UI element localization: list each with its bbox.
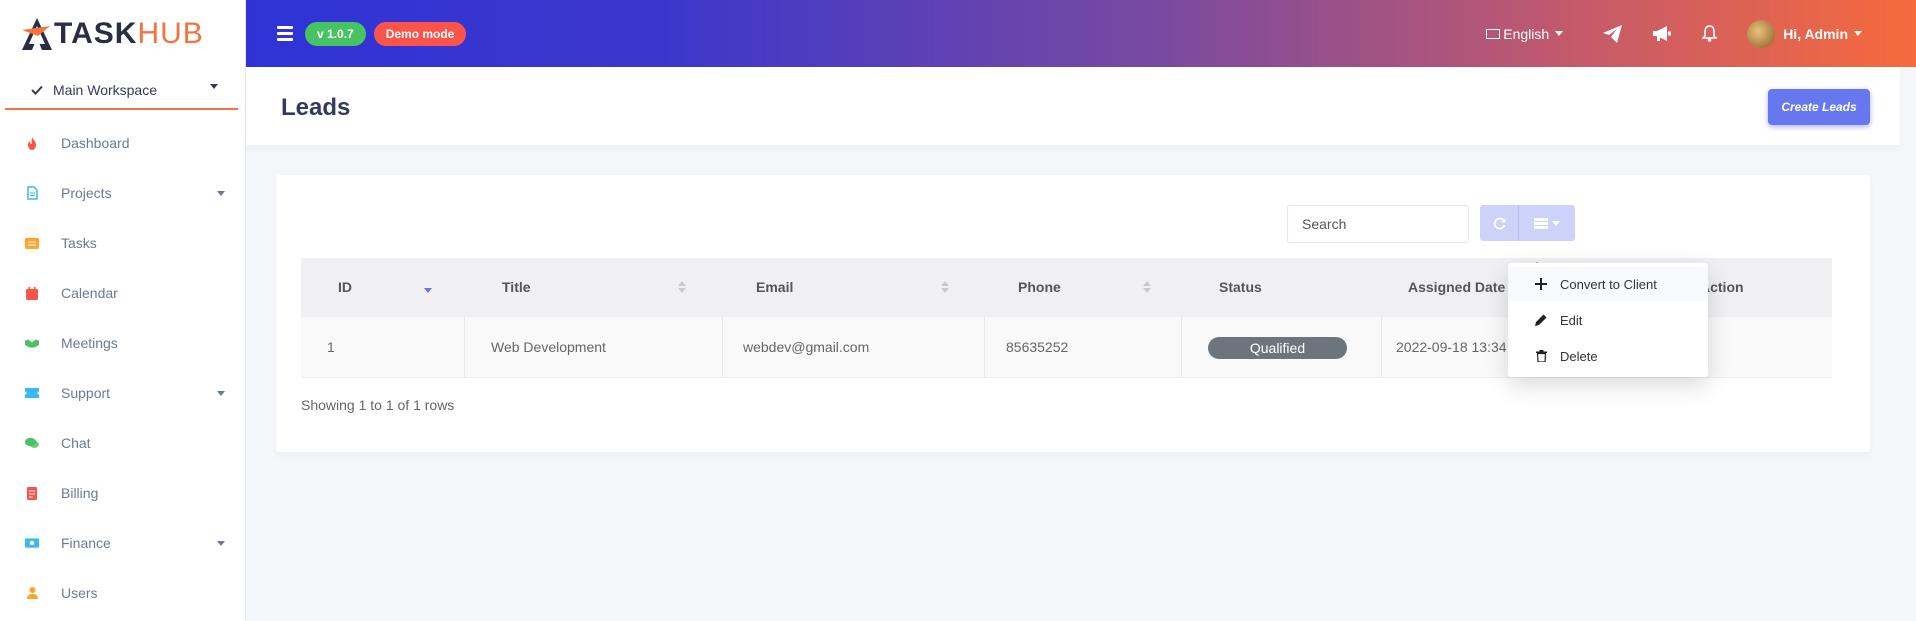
chevron-down-icon [210,84,218,89]
sort-icon [941,281,949,293]
cell-phone: 85635252 [1006,339,1069,355]
brand-name-part2: HUB [137,16,204,50]
chevron-down-icon [1552,220,1560,226]
sidebar-item-tasks[interactable]: Tasks [0,218,245,268]
receipt-icon [25,486,39,500]
column-divider [1181,317,1182,377]
convert-to-client-menu-item[interactable]: Convert to Client [1508,267,1708,301]
chevron-down-icon [217,390,225,396]
check-icon [31,82,53,98]
menu-item-label: Edit [1560,312,1583,328]
sidebar-item-billing[interactable]: Billing [0,468,245,518]
sort-desc-icon [424,288,432,293]
menu-toggle-icon[interactable] [277,23,293,44]
user-greeting: Hi, Admin [1783,25,1848,42]
cell-id: 1 [327,339,335,355]
sort-icon [678,281,686,293]
action-dropdown-menu: Convert to Client Edit Delete [1508,263,1708,377]
cell-assigned-date: 2022-09-18 13:34 [1396,339,1507,355]
column-divider [464,317,465,377]
sidebar-item-label: Projects [61,185,112,201]
sidebar-item-label: Finance [61,535,111,551]
ticket-icon [25,386,39,400]
search-input[interactable]: Search [1287,205,1469,243]
column-header-title[interactable]: Title [502,258,531,316]
flag-icon [1486,28,1501,39]
sidebar-nav: Dashboard Projects Tasks Calendar Meetin… [0,118,245,618]
sidebar-item-label: Billing [61,485,99,501]
column-header-phone[interactable]: Phone [1018,258,1061,316]
sidebar-item-label: Chat [61,435,91,451]
cell-email: webdev@gmail.com [743,339,870,355]
sidebar-item-projects[interactable]: Projects [0,168,245,218]
user-menu[interactable]: Hi, Admin [1747,19,1862,48]
column-divider [722,317,723,377]
sort-icon [1143,281,1151,293]
create-leads-button[interactable]: Create Leads [1768,89,1870,125]
column-divider [984,317,985,377]
sidebar-item-meetings[interactable]: Meetings [0,318,245,368]
version-badge: v 1.0.7 [305,21,366,46]
menu-item-label: Delete [1560,348,1598,364]
sidebar: TASK HUB Main Workspace Dashboard Projec… [0,0,246,621]
sidebar-item-label: Dashboard [61,135,130,151]
workspace-selector[interactable]: Main Workspace [5,72,238,110]
language-label: English [1503,25,1550,42]
demo-mode-badge: Demo mode [373,21,467,46]
pagination-info: Showing 1 to 1 of 1 rows [301,397,455,413]
sidebar-item-finance[interactable]: Finance [0,518,245,568]
announcement-icon[interactable] [1652,25,1672,42]
sidebar-item-label: Support [61,385,111,401]
menu-item-label: Convert to Client [1560,276,1657,292]
sidebar-item-calendar[interactable]: Calendar [0,268,245,318]
sidebar-item-label: Meetings [61,335,118,351]
sidebar-item-users[interactable]: Users [0,568,245,618]
cell-title: Web Development [491,339,606,355]
calendar-icon [25,286,39,300]
status-badge: Qualified [1208,337,1347,359]
columns-icon [1534,217,1548,229]
user-icon [25,586,39,600]
sidebar-item-label: Users [61,585,98,601]
logo-mark-icon [22,17,52,50]
sidebar-item-support[interactable]: Support [0,368,245,418]
avatar [1747,19,1776,48]
sidebar-item-label: Calendar [61,285,118,301]
chevron-down-icon [217,540,225,546]
edit-menu-item[interactable]: Edit [1508,303,1708,337]
sidebar-item-label: Tasks [61,235,97,251]
column-header-assigned-date[interactable]: Assigned Date [1408,258,1505,316]
pencil-icon [1534,314,1548,326]
handshake-icon [25,336,39,350]
plus-icon [1534,278,1548,290]
column-header-id[interactable]: ID [338,258,352,316]
delete-menu-item[interactable]: Delete [1508,339,1708,373]
columns-toggle-button[interactable] [1518,205,1575,241]
column-header-email[interactable]: Email [756,258,793,316]
workspace-label: Main Workspace [53,82,158,98]
chevron-down-icon [1555,31,1564,36]
brand-name-part1: TASK [54,16,138,50]
chevron-down-icon [217,190,225,196]
brand-logo[interactable]: TASK HUB [0,0,245,67]
refresh-button[interactable] [1480,205,1518,241]
refresh-icon [1493,217,1505,229]
money-icon [25,536,39,550]
column-header-status[interactable]: Status [1219,258,1262,316]
language-selector[interactable]: English [1486,25,1564,42]
bell-icon[interactable] [1702,25,1718,42]
page-title: Leads [281,94,351,121]
chat-icon [25,436,39,450]
top-navbar: v 1.0.7 Demo mode English Hi, Admin [246,0,1916,67]
file-icon [25,186,39,200]
section-header: Leads Create Leads [246,67,1900,145]
chevron-down-icon [1854,31,1862,36]
sidebar-item-dashboard[interactable]: Dashboard [0,118,245,168]
column-divider [1381,317,1382,377]
fire-icon [25,136,39,150]
sidebar-item-chat[interactable]: Chat [0,418,245,468]
paper-plane-icon[interactable] [1603,24,1623,43]
list-icon [25,236,39,250]
trash-icon [1534,350,1548,362]
